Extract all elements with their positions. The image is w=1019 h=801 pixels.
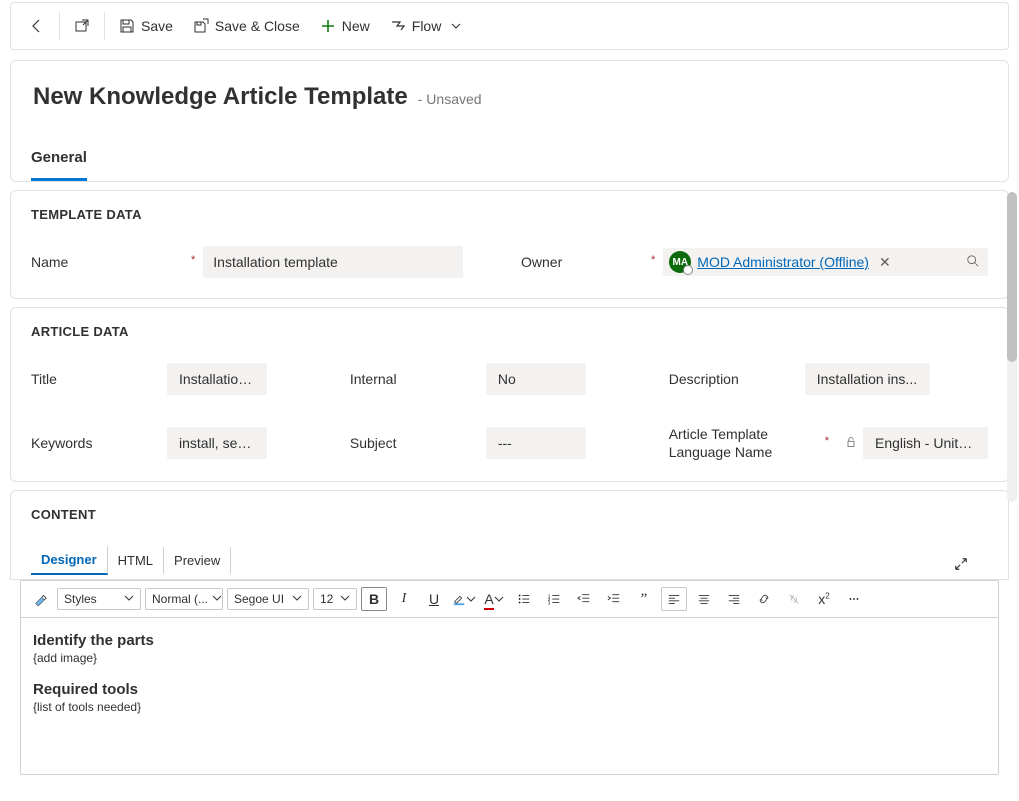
editor-tab-preview[interactable]: Preview	[164, 547, 231, 574]
link-button[interactable]	[751, 587, 777, 611]
header-card: New Knowledge Article Template - Unsaved…	[10, 60, 1009, 182]
open-new-window-button[interactable]	[64, 12, 100, 40]
scrollbar[interactable]	[1007, 192, 1017, 502]
language-label: Article Template Language Name	[669, 425, 819, 461]
avatar: MA	[669, 251, 691, 273]
superscript-button[interactable]: x2	[811, 587, 837, 611]
internal-label: Internal	[350, 370, 480, 388]
lock-icon	[845, 435, 857, 451]
content-section: CONTENT Designer HTML Preview	[10, 490, 1009, 580]
template-section-title: TEMPLATE DATA	[31, 207, 988, 222]
scrollbar-thumb[interactable]	[1007, 192, 1017, 362]
number-list-button[interactable]: 123	[541, 587, 567, 611]
template-data-section: TEMPLATE DATA Name * Owner * MA MOD Admi…	[10, 190, 1009, 299]
styles-dropdown[interactable]: Styles	[57, 588, 141, 610]
align-center-button[interactable]	[691, 587, 717, 611]
search-icon[interactable]	[966, 254, 980, 271]
font-family-dropdown[interactable]: Segoe UI	[227, 588, 309, 610]
expand-icon	[954, 557, 968, 571]
required-marker: *	[191, 254, 195, 266]
align-left-button[interactable]	[661, 587, 687, 611]
highlight-color-button[interactable]	[451, 587, 477, 611]
save-close-icon	[193, 18, 209, 34]
page-title: New Knowledge Article Template	[33, 83, 408, 111]
editor-tab-designer[interactable]: Designer	[31, 546, 108, 575]
paragraph-format-dropdown[interactable]: Normal (...	[145, 588, 223, 610]
new-button[interactable]: New	[310, 12, 380, 40]
save-button[interactable]: Save	[109, 12, 183, 40]
font-size-dropdown[interactable]: 12	[313, 588, 357, 610]
save-label: Save	[141, 18, 173, 34]
svg-text:3: 3	[548, 601, 551, 606]
owner-label: Owner	[521, 254, 651, 270]
content-heading-1: Identify the parts	[33, 632, 986, 649]
blockquote-button[interactable]: ”	[631, 587, 657, 611]
description-label: Description	[669, 370, 799, 388]
language-value[interactable]: English - Unite...	[863, 427, 988, 459]
rich-text-editor: Styles Normal (... Segoe UI 12 B I U A 1…	[20, 580, 999, 775]
separator	[59, 12, 60, 40]
required-marker: *	[825, 435, 829, 447]
name-label: Name	[31, 254, 191, 270]
content-heading-2: Required tools	[33, 681, 986, 698]
editor-toolbar: Styles Normal (... Segoe UI 12 B I U A 1…	[21, 581, 998, 618]
more-button[interactable]	[841, 587, 867, 611]
back-button[interactable]	[19, 12, 55, 40]
outdent-button[interactable]	[571, 587, 597, 611]
save-close-label: Save & Close	[215, 18, 300, 34]
save-icon	[119, 18, 135, 34]
form-tabs: General	[31, 141, 988, 181]
underline-button[interactable]: U	[421, 587, 447, 611]
flow-icon	[390, 18, 406, 34]
bullet-list-button[interactable]	[511, 587, 537, 611]
separator	[104, 12, 105, 40]
tab-general[interactable]: General	[31, 141, 87, 181]
subject-label: Subject	[350, 434, 480, 452]
owner-link[interactable]: MOD Administrator (Offline)	[697, 254, 869, 270]
flow-button[interactable]: Flow	[380, 12, 472, 40]
owner-remove-icon[interactable]: ✕	[875, 254, 895, 271]
bold-button[interactable]: B	[361, 587, 387, 611]
format-painter-button[interactable]	[27, 587, 53, 611]
plus-icon	[320, 18, 336, 34]
popout-icon	[74, 18, 90, 34]
editor-tab-html[interactable]: HTML	[108, 547, 164, 574]
arrow-left-icon	[29, 18, 45, 34]
article-data-section: ARTICLE DATA Title Installation... Inter…	[10, 307, 1009, 482]
flow-label: Flow	[412, 18, 442, 34]
font-color-button[interactable]: A	[481, 587, 507, 611]
keywords-value[interactable]: install, set up	[167, 427, 267, 459]
internal-value[interactable]: No	[486, 363, 586, 395]
new-label: New	[342, 18, 370, 34]
description-value[interactable]: Installation ins...	[805, 363, 930, 395]
italic-button[interactable]: I	[391, 587, 417, 611]
chevron-down-icon	[451, 18, 461, 34]
subject-value[interactable]: ---	[486, 427, 586, 459]
article-section-title: ARTICLE DATA	[31, 324, 988, 339]
name-input[interactable]	[203, 246, 463, 278]
content-section-title: CONTENT	[31, 507, 988, 522]
title-label: Title	[31, 370, 161, 388]
owner-lookup[interactable]: MA MOD Administrator (Offline) ✕	[663, 248, 988, 276]
command-bar: Save Save & Close New Flow	[10, 2, 1009, 50]
save-close-button[interactable]: Save & Close	[183, 12, 310, 40]
align-right-button[interactable]	[721, 587, 747, 611]
content-placeholder-1: {add image}	[33, 651, 986, 665]
content-placeholder-2: {list of tools needed}	[33, 700, 986, 714]
title-value[interactable]: Installation...	[167, 363, 267, 395]
required-marker: *	[651, 254, 655, 266]
unlink-button[interactable]	[781, 587, 807, 611]
keywords-label: Keywords	[31, 434, 161, 452]
save-status: - Unsaved	[418, 91, 482, 107]
editor-content[interactable]: Identify the parts {add image} Required …	[21, 618, 998, 774]
indent-button[interactable]	[601, 587, 627, 611]
expand-button[interactable]	[954, 547, 988, 574]
